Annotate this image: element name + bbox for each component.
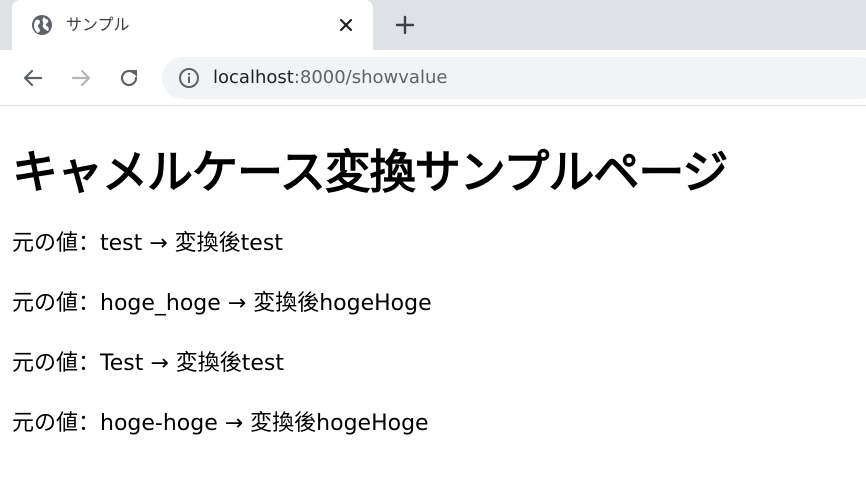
browser-tab[interactable]: サンプル <box>12 0 373 51</box>
result-line: 元の値：hoge-hoge → 変換後hogeHoge <box>12 411 429 436</box>
page-content: キャメルケース変換サンプルページ 元の値：test → 変換後test 元の値：… <box>12 106 862 438</box>
result-line: 元の値：hoge_hoge → 変換後hogeHoge <box>12 291 432 316</box>
reload-icon[interactable] <box>116 65 142 91</box>
url-path: :8000/showvalue <box>293 67 448 88</box>
result-line: 元の値：test → 変換後test <box>12 231 283 256</box>
url-host: localhost <box>213 67 294 88</box>
url-text: localhost:8000/showvalue <box>213 67 447 89</box>
result-list: 元の値：test → 変換後test 元の値：hoge_hoge → 変換後ho… <box>12 230 862 438</box>
arrow-right-icon[interactable] <box>68 65 94 91</box>
arrow-left-icon[interactable] <box>20 65 46 91</box>
tab-title: サンプル <box>66 15 130 34</box>
plus-icon[interactable] <box>394 14 416 36</box>
page-title: キャメルケース変換サンプルページ <box>12 145 728 199</box>
browser-toolbar: localhost:8000/showvalue <box>0 51 866 106</box>
close-icon[interactable] <box>337 16 355 34</box>
address-bar[interactable]: localhost:8000/showvalue <box>162 57 866 99</box>
globe-icon <box>32 15 52 35</box>
info-icon[interactable] <box>178 67 200 89</box>
result-line: 元の値：Test → 変換後test <box>12 351 284 376</box>
tab-strip: サンプル <box>0 0 866 51</box>
